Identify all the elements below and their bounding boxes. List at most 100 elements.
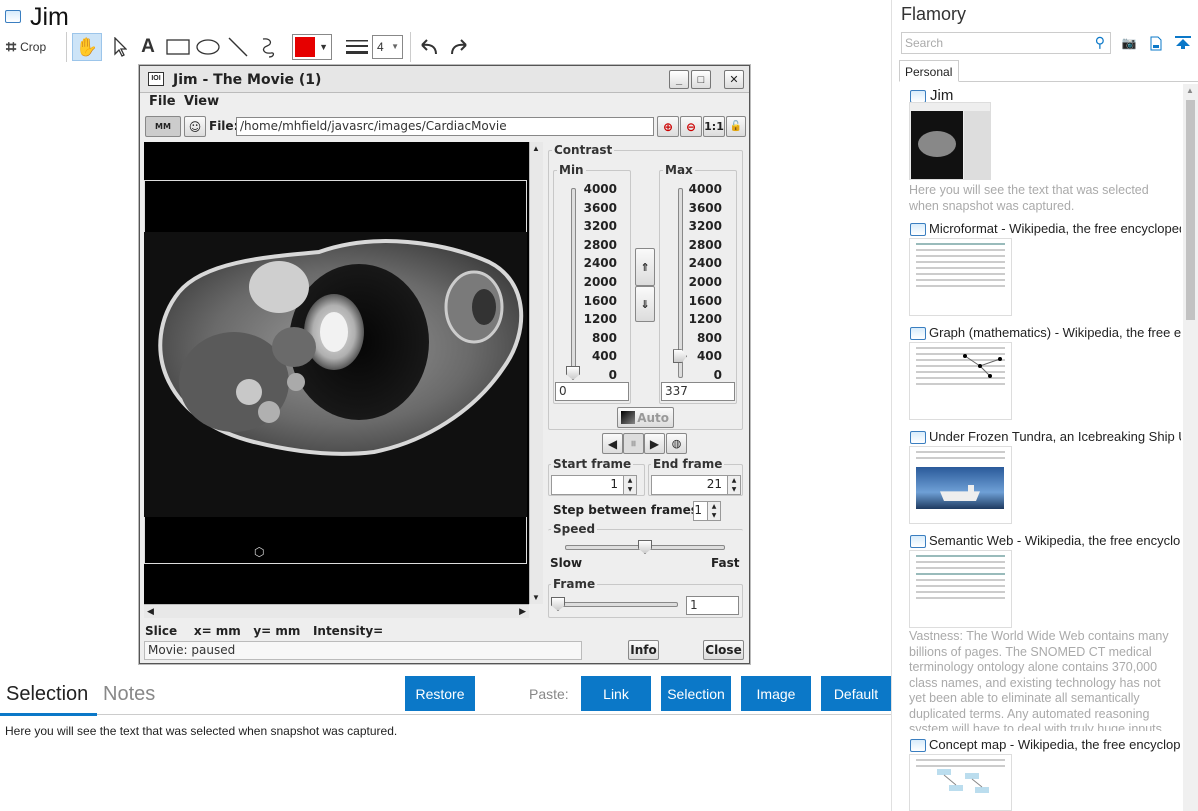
camera-button[interactable]: 📷 — [1120, 34, 1138, 52]
sidebar-item-description: Here you will see the text that was sele… — [909, 183, 1149, 213]
search-icon: ⚲ — [1094, 34, 1105, 50]
menu-view[interactable]: View — [184, 94, 219, 109]
select-tool-button[interactable] — [107, 34, 133, 60]
tab-personal[interactable]: Personal — [899, 60, 959, 82]
line-width-select[interactable]: 4 ▼ — [372, 35, 403, 59]
min-scale-tick: 400 — [591, 349, 617, 364]
frame-slider-track[interactable] — [553, 602, 678, 607]
loop-button[interactable]: ◍ — [666, 433, 687, 454]
sidebar-item-title[interactable]: Concept map - Wikipedia, the free encycl… — [929, 737, 1181, 752]
max-scale-tick: 800 — [696, 330, 722, 345]
pause-button[interactable]: ⏸ — [623, 433, 644, 454]
spin-up-icon: ▲ — [711, 503, 717, 510]
paste-link-button[interactable]: Link — [581, 676, 651, 711]
info-label: Info — [630, 643, 657, 657]
sidebar-item-thumbnail[interactable] — [909, 550, 1012, 628]
min-scale-tick: 2000 — [583, 274, 617, 289]
mm-toggle-button[interactable]: MM — [145, 116, 181, 137]
spiral-up-icon: ⇑ — [640, 260, 650, 274]
frame-value-field[interactable]: 1 — [686, 596, 739, 615]
sidebar-item-title[interactable]: Semantic Web - Wikipedia, the free encyc… — [929, 533, 1181, 548]
paste-default-button[interactable]: Default — [821, 676, 891, 711]
sidebar-app-title: Flamory — [901, 4, 967, 24]
close-window-button[interactable]: ✕ — [724, 70, 744, 89]
tab-underline — [0, 713, 97, 716]
bottom-divider — [97, 714, 891, 715]
rectangle-tool-button[interactable] — [164, 34, 192, 60]
line-icon — [228, 37, 248, 57]
sidebar-item-thumbnail[interactable] — [909, 238, 1012, 316]
play-backward-icon: ◀ — [607, 436, 618, 451]
info-button[interactable]: Info — [628, 640, 659, 660]
end-frame-value: 21 — [706, 477, 722, 491]
scrollbar-thumb[interactable] — [1186, 100, 1195, 320]
scroll-up-icon: ▲ — [532, 144, 540, 153]
zoom-in-button[interactable]: ⊕ — [657, 116, 679, 137]
paste-image-button[interactable]: Image — [741, 676, 811, 711]
undo-icon — [421, 39, 437, 55]
close-button[interactable]: Close — [703, 640, 744, 660]
undo-button[interactable] — [416, 34, 442, 60]
sidebar-scrollbar[interactable]: ▲ — [1183, 84, 1198, 811]
redo-button[interactable] — [446, 34, 472, 60]
start-frame-spinner[interactable]: 1 ▲ ▼ — [551, 475, 637, 495]
loop-icon: ◍ — [671, 437, 682, 450]
speed-label: Speed — [551, 522, 598, 536]
spin-up-icon: ▲ — [731, 477, 737, 484]
end-frame-spinner[interactable]: 21 ▲ ▼ — [651, 475, 741, 495]
tab-notes[interactable]: Notes — [103, 683, 155, 706]
ellipse-tool-button[interactable] — [194, 34, 222, 60]
line-tool-button[interactable] — [225, 34, 251, 60]
zoom-out-button[interactable]: ⊖ — [680, 116, 702, 137]
hand-tool-button[interactable]: ✋ — [72, 33, 102, 61]
step-label: Step between frames: — [553, 503, 703, 517]
step-spinner[interactable]: 1 ▲ ▼ — [693, 501, 721, 521]
line-width-value: 4 — [377, 40, 384, 54]
min-value-field[interactable]: 0 — [555, 382, 629, 401]
max-scale-tick: 2400 — [688, 256, 722, 271]
max-value-field[interactable]: 337 — [661, 382, 735, 401]
play-forward-button[interactable]: ▶ — [644, 433, 665, 454]
viewport-horizontal-scrollbar[interactable]: ◀ ▶ — [144, 604, 529, 618]
auto-icon — [621, 411, 635, 424]
image-button[interactable]: ☺ — [184, 116, 206, 137]
mri-image — [144, 232, 527, 517]
new-document-button[interactable] — [1147, 34, 1165, 52]
item-icon — [910, 739, 926, 752]
scroll-left-icon: ◀ — [147, 606, 154, 616]
file-path-field[interactable]: /home/mhfield/javasrc/images/CardiacMovi… — [236, 117, 654, 136]
auto-button[interactable]: Auto — [617, 407, 674, 428]
redo-icon — [451, 39, 467, 55]
contrast-down-button[interactable]: ⇓ — [635, 286, 655, 322]
viewport-vertical-scrollbar[interactable]: ▲ ▼ — [529, 142, 543, 604]
menu-file[interactable]: File — [149, 94, 176, 109]
min-slider-track[interactable] — [571, 188, 576, 378]
zoom-one-to-one-button[interactable]: 1:1 — [703, 116, 725, 137]
tab-selection[interactable]: Selection — [6, 683, 88, 706]
freehand-icon — [262, 38, 275, 58]
search-input[interactable]: Search ⚲ — [901, 32, 1111, 54]
movie-status-field: Movie: paused — [144, 641, 582, 660]
sidebar-item-thumbnail[interactable] — [909, 446, 1012, 524]
lock-button[interactable]: 🔓 — [726, 116, 746, 137]
text-tool-button[interactable]: A — [136, 34, 160, 60]
image-viewport[interactable]: ⬡ — [144, 142, 529, 604]
collapse-button[interactable] — [1174, 34, 1192, 52]
sidebar-item-thumbnail[interactable] — [909, 102, 991, 180]
minimize-button[interactable]: _ — [669, 70, 689, 89]
sidebar-item-thumbnail[interactable] — [909, 342, 1012, 420]
freehand-tool-button[interactable] — [255, 34, 281, 60]
paste-selection-button[interactable]: Selection — [661, 676, 731, 711]
item-icon — [910, 327, 926, 340]
color-swatch — [295, 37, 315, 57]
maximize-button[interactable]: □ — [691, 70, 711, 89]
color-picker[interactable]: ▼ — [292, 34, 332, 60]
sidebar-item-title[interactable]: Under Frozen Tundra, an Icebreaking Ship… — [929, 429, 1181, 444]
play-backward-button[interactable]: ◀ — [602, 433, 623, 454]
sidebar-item-title[interactable]: Microformat - Wikipedia, the free encycl… — [929, 221, 1181, 236]
crop-button[interactable]: ⌗ Crop — [6, 36, 46, 58]
restore-button[interactable]: Restore — [405, 676, 475, 711]
contrast-up-button[interactable]: ⇑ — [635, 248, 655, 286]
sidebar-item-title[interactable]: Graph (mathematics) - Wikipedia, the fre… — [929, 325, 1181, 340]
sidebar-item-thumbnail[interactable] — [909, 754, 1012, 811]
